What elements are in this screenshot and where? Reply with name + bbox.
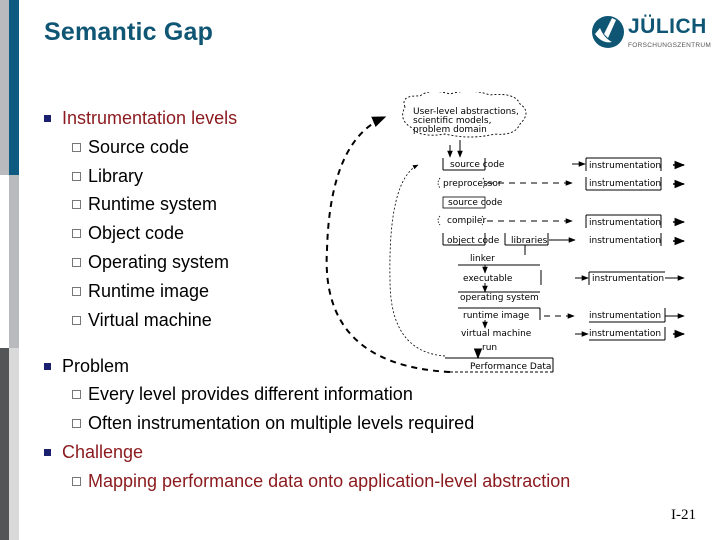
instrumentation-box: instrumentation (589, 233, 686, 246)
stage-source-code: source code (450, 160, 505, 170)
logo-subtitle: FORSCHUNGSZENTRUM (628, 42, 712, 49)
sub-bullet-text: Source code (88, 137, 190, 157)
bullet-problem: Problem (44, 356, 130, 377)
hollow-square-icon (72, 172, 81, 181)
instrumentation-box: instrumentation (572, 157, 686, 171)
stage-linker: linker (470, 254, 495, 264)
page-number: I-21 (671, 507, 696, 523)
bullet-square-icon (44, 363, 51, 370)
bullet-label: Problem (62, 356, 130, 376)
sub-bullet-text: Library (88, 166, 144, 186)
sub-bullet: Often instrumentation on multiple levels… (72, 413, 475, 434)
sub-bullet-text: Runtime system (88, 194, 218, 214)
hollow-square-icon (72, 200, 81, 209)
bullet-square-icon (44, 115, 51, 122)
sidebar-bar-grey-top (0, 0, 9, 175)
bullet-label: Instrumentation levels (62, 108, 238, 128)
stage-compiler: compiler (447, 216, 486, 226)
sub-bullet: Source code (72, 137, 190, 158)
sub-bullet-text: Virtual machine (88, 310, 212, 330)
feedback-arrow-inner (389, 164, 446, 357)
stage-object-code: object code (447, 236, 500, 246)
run-label: run (482, 343, 497, 353)
slide-title: Semantic Gap (44, 18, 214, 46)
instrumentation-diagram: User-level abstractions, scientific mode… (325, 92, 686, 373)
sub-bullet-text: Object code (88, 223, 185, 243)
sidebar-bar-blue (9, 0, 19, 175)
sub-bullet-text: Operating system (88, 252, 230, 272)
hollow-square-icon (72, 477, 81, 486)
julich-logo: JÜLICH FORSCHUNGSZENTRUM (590, 12, 715, 56)
sidebar-bar-grey-mid (9, 175, 19, 348)
hollow-square-icon (72, 287, 81, 296)
instrumentation-box: instrumentation (585, 214, 686, 228)
feedback-arrow-outer (325, 116, 451, 373)
stage-libraries: libraries (511, 236, 548, 246)
sub-bullet: Runtime system (72, 194, 218, 215)
svg-text:instrumentation: instrumentation (589, 179, 661, 189)
hollow-square-icon (72, 316, 81, 325)
svg-text:instrumentation: instrumentation (589, 218, 661, 228)
instrumentation-box: instrumentation (585, 177, 686, 191)
julich-logo-icon (592, 16, 624, 48)
bullet-square-icon (44, 449, 51, 456)
cloud-text-line: problem domain (413, 125, 487, 135)
svg-text:instrumentation: instrumentation (589, 236, 661, 246)
stage-operating-system: operating system (460, 293, 539, 303)
stage-executable: executable (463, 274, 513, 284)
sub-bullet: Mapping performance data onto applicatio… (72, 471, 571, 492)
stage-preprocessor: preprocessor (443, 179, 502, 189)
bullet-challenge: Challenge (44, 442, 144, 463)
sub-bullet: Virtual machine (72, 310, 212, 331)
hollow-square-icon (72, 390, 81, 399)
stage-virtual-machine: virtual machine (461, 329, 532, 339)
svg-text:instrumentation: instrumentation (589, 311, 661, 321)
svg-text:instrumentation: instrumentation (589, 161, 661, 171)
hollow-square-icon (72, 419, 81, 428)
sub-bullet: Library (72, 166, 144, 187)
hollow-square-icon (72, 143, 81, 152)
hollow-square-icon (72, 229, 81, 238)
sub-bullet: Object code (72, 223, 185, 244)
stage-source-code-2: source code (448, 198, 503, 208)
instrumentation-box: instrumentation (575, 327, 686, 341)
bullet-instrumentation-levels: Instrumentation levels (44, 108, 238, 129)
svg-text:instrumentation: instrumentation (589, 329, 661, 339)
sub-bullet: Runtime image (72, 281, 210, 302)
instrumentation-box: instrumentation (575, 271, 685, 285)
instrumentation-box: instrumentation (589, 308, 685, 323)
sidebar-bar-light (9, 348, 19, 540)
sub-bullet-text: Runtime image (88, 281, 210, 301)
bullet-label: Challenge (62, 442, 144, 462)
hollow-square-icon (72, 258, 81, 267)
performance-data-label: Performance Data (470, 362, 551, 372)
sub-bullet-text: Mapping performance data onto applicatio… (88, 471, 571, 491)
svg-text:instrumentation: instrumentation (592, 274, 664, 284)
sidebar-bar-dark (0, 348, 9, 540)
logo-wordmark: JÜLICH (628, 15, 707, 38)
sub-bullet-text: Often instrumentation on multiple levels… (88, 413, 475, 433)
stage-runtime-image: runtime image (463, 311, 530, 321)
sub-bullet-text: Every level provides different informati… (88, 384, 413, 404)
sub-bullet: Every level provides different informati… (72, 384, 413, 405)
sub-bullet: Operating system (72, 252, 230, 273)
